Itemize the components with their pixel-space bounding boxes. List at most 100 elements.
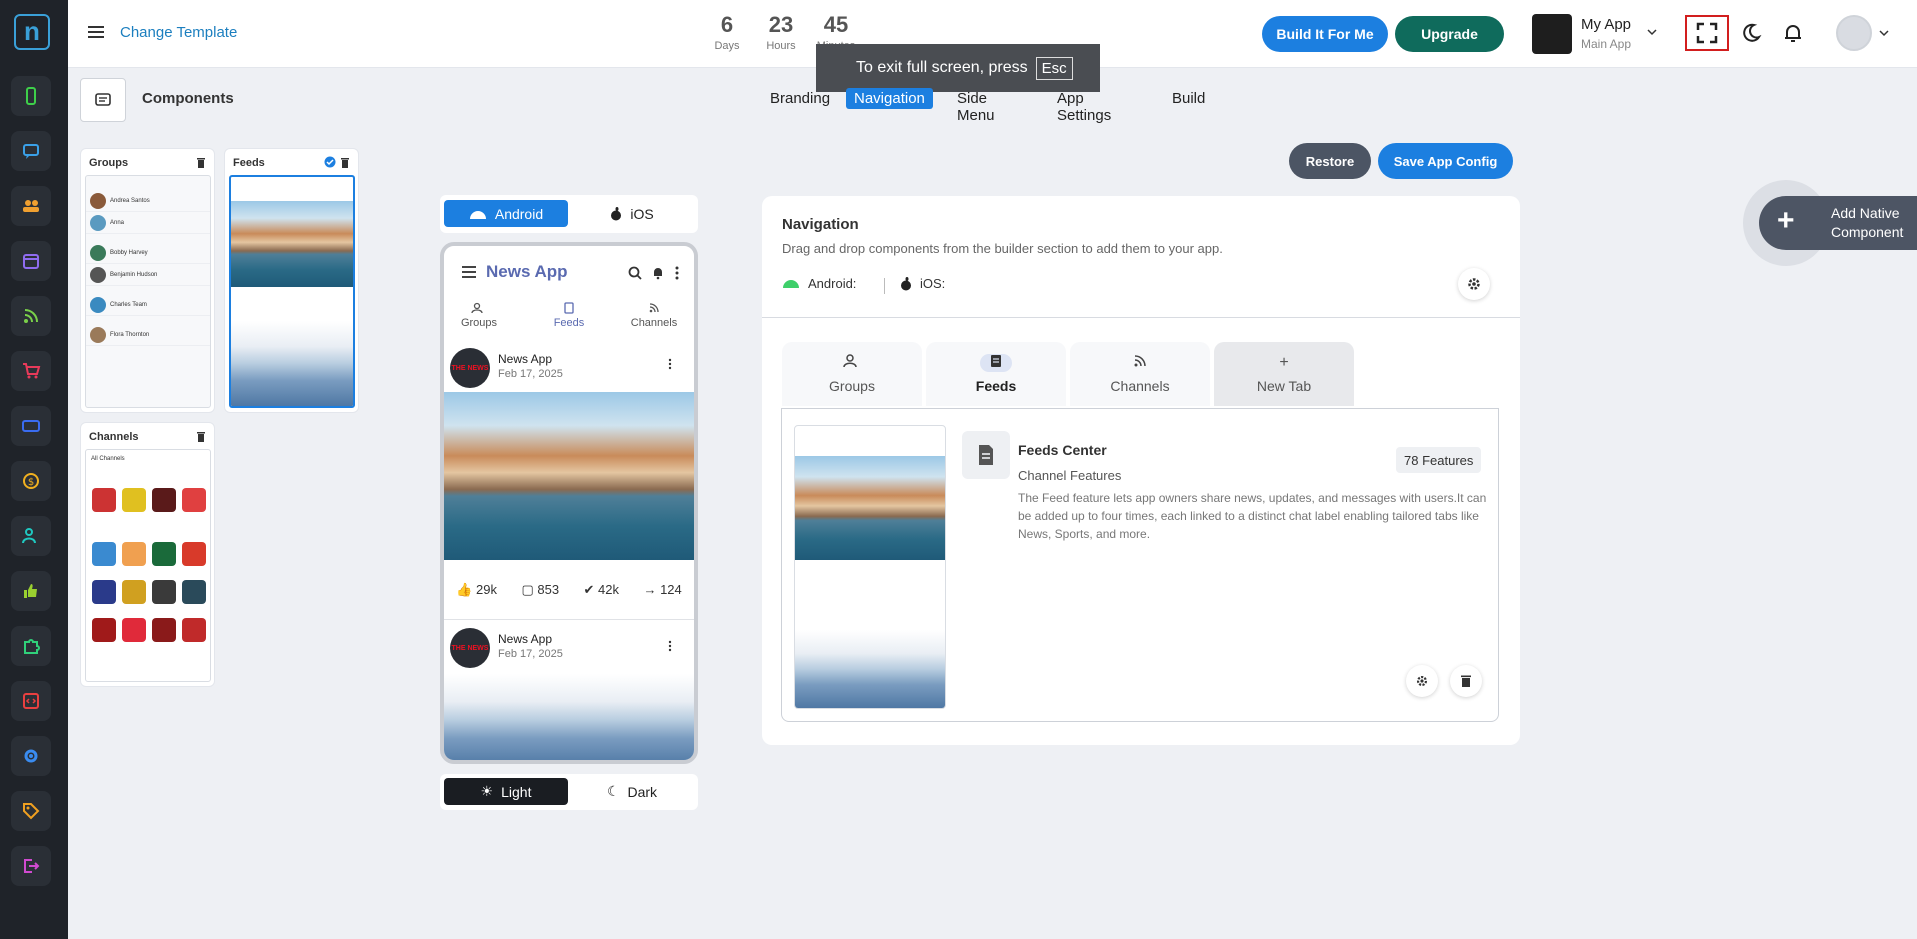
add-native-component-button[interactable]: + Add Native Component [1743,180,1917,266]
android-icon [783,280,799,288]
channels-component-card[interactable]: Channels All Channels [80,422,215,687]
bell-icon[interactable] [1780,20,1806,46]
nav-tab-feeds[interactable]: Feeds [926,342,1066,406]
tab-app-settings[interactable]: App Settings [1049,88,1119,126]
logout-icon[interactable] [11,846,51,886]
feeds-card-title: Feeds [233,157,265,169]
plus-icon: + [1279,354,1289,371]
feed-image [231,321,353,406]
post-author: News App [498,632,553,646]
user-settings-icon[interactable] [11,516,51,556]
check-icon: ✔ [583,581,595,597]
change-template-link[interactable]: Change Template [120,24,237,41]
nav-tab-new[interactable]: + New Tab [1214,342,1354,406]
fullscreen-button[interactable] [1685,15,1729,51]
groups-component-card[interactable]: Groups Andrea Santos Anna Bobby Harvey B… [80,148,215,413]
cart-icon[interactable] [11,351,51,391]
chevron-down-icon[interactable] [1878,28,1890,38]
esc-key: Esc [1035,56,1073,80]
list-item: Flora Thornton [86,324,210,346]
moon-icon: ☾ [606,783,620,799]
feature-title: Feeds Center [1018,442,1107,458]
code-icon[interactable] [11,681,51,721]
tab-build[interactable]: Build [1164,88,1213,109]
list-item: Benjamin Hudson [86,264,210,286]
gear-icon[interactable] [11,736,51,776]
restore-button[interactable]: Restore [1289,143,1371,179]
apple-icon [901,276,911,290]
panel-description: Drag and drop components from the builde… [782,241,1223,256]
calendar-icon[interactable] [11,241,51,281]
document-icon [564,302,574,314]
more-vertical-icon[interactable] [668,358,672,370]
light-toggle[interactable]: ☀ Light [444,778,568,805]
post-header: THE NEWS News App Feb 17, 2025 [444,346,694,396]
chevron-down-icon[interactable] [1646,27,1658,37]
rss-icon[interactable] [11,296,51,336]
channels-preview: All Channels [85,449,211,682]
tag-icon[interactable] [11,791,51,831]
android-platform-label: Android: [782,276,856,291]
tab-side-menu[interactable]: Side Menu [949,88,1003,126]
avatar[interactable] [1836,15,1872,51]
coin-icon[interactable]: $ [11,461,51,501]
likes-stat[interactable]: 👍 29k [456,582,497,598]
feature-delete-button[interactable] [1450,665,1482,697]
components-toggle-button[interactable] [80,78,126,122]
dark-toggle[interactable]: ☾ Dark [570,778,694,805]
brand-logo-icon[interactable]: n [14,14,50,50]
thumbs-up-icon[interactable] [11,571,51,611]
gear-icon [1416,675,1428,687]
phone-tab-groups[interactable]: Groups [444,302,514,329]
trash-icon[interactable] [196,157,206,169]
comment-icon: ▢ [521,581,534,597]
users-icon [843,354,857,368]
users-icon[interactable] [11,186,51,226]
nav-tab-channels[interactable]: Channels [1070,342,1210,406]
phone-app-title: News App [486,262,568,281]
trash-icon[interactable] [340,157,350,169]
mobile-icon[interactable] [11,76,51,116]
app-thumbnail[interactable] [1532,14,1572,54]
bell-icon[interactable] [652,266,664,280]
dark-mode-icon[interactable] [1738,20,1764,46]
share-icon: → [643,582,657,597]
search-icon[interactable] [628,266,642,280]
feature-settings-button[interactable] [1406,665,1438,697]
message-icon [95,93,111,106]
phone-tab-feeds[interactable]: Feeds [534,302,604,329]
comments-stat[interactable]: ▢ 853 [521,582,559,598]
navigation-settings-button[interactable] [1458,268,1490,300]
puzzle-icon[interactable] [11,626,51,666]
rss-icon [1134,355,1146,367]
more-vertical-icon[interactable] [668,640,672,652]
tab-navigation[interactable]: Navigation [846,88,933,109]
tab-branding[interactable]: Branding [762,88,838,109]
rss-icon [649,303,659,313]
list-item: Andrea Santos [86,190,210,212]
post-image [444,392,694,560]
upgrade-button[interactable]: Upgrade [1395,16,1504,52]
theme-switch: ☀ Light ☾ Dark [440,774,698,810]
menu-icon[interactable] [86,22,106,42]
app-name[interactable]: My App [1581,16,1631,33]
menu-icon[interactable] [462,266,476,278]
checks-stat[interactable]: ✔ 42k [584,582,620,598]
nav-tab-groups[interactable]: Groups [782,342,922,406]
channels-card-title: Channels [89,431,139,443]
android-toggle[interactable]: Android [444,200,568,227]
phone-tab-channels[interactable]: Channels [619,302,689,329]
save-app-config-button[interactable]: Save App Config [1378,143,1513,179]
feeds-component-card[interactable]: Feeds [224,148,359,413]
shares-stat[interactable]: → 124 [643,582,681,597]
channel-row [92,580,206,604]
components-title: Components [142,90,234,107]
ticket-icon[interactable] [11,406,51,446]
ios-toggle[interactable]: iOS [570,200,694,227]
trash-icon[interactable] [196,431,206,443]
chat-icon[interactable] [11,131,51,171]
build-it-for-me-button[interactable]: Build It For Me [1262,16,1388,52]
sun-icon: ☀ [480,783,494,799]
more-vertical-icon[interactable] [675,266,679,280]
os-switch: Android iOS [440,195,698,233]
